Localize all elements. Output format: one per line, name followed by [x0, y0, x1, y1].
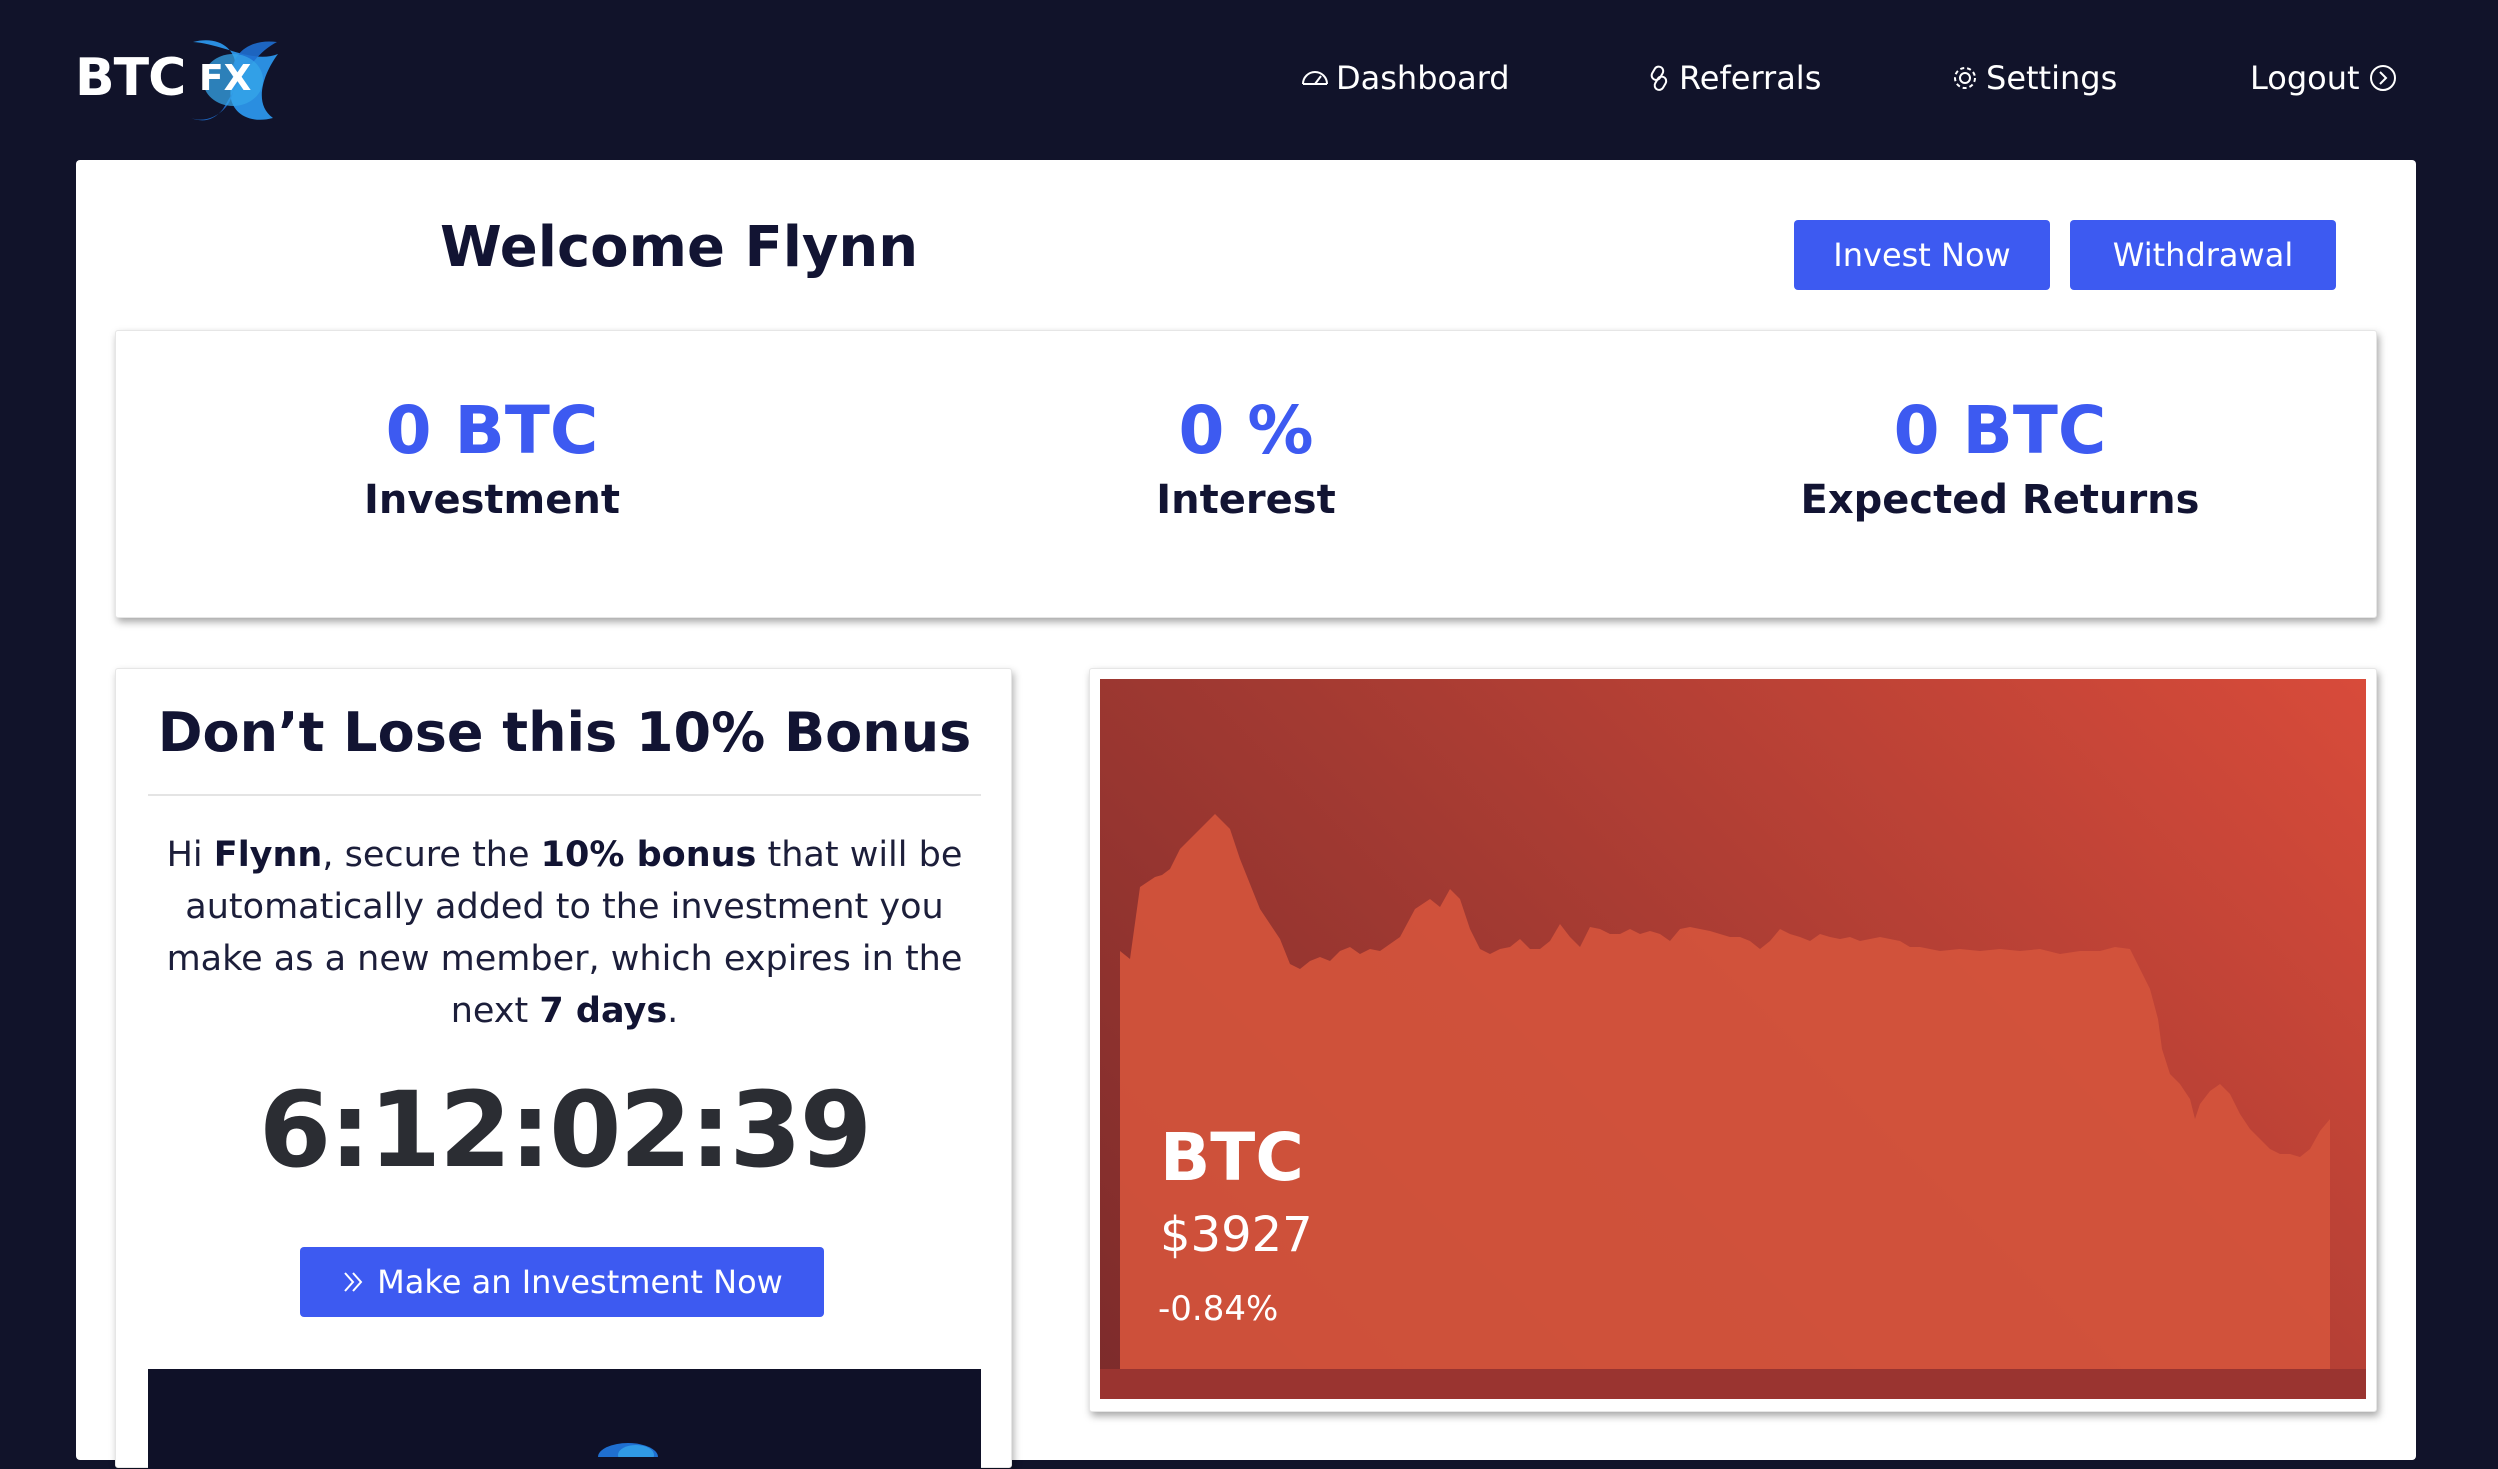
countdown-timer: 6:12:02:39 [258, 1069, 872, 1191]
nav-settings[interactable]: Settings [1950, 56, 2117, 100]
bonus-text-part3: . [667, 991, 679, 1031]
nav-settings-label: Settings [1986, 59, 2118, 97]
nav-logout-label: Logout [2250, 59, 2360, 97]
btc-price: $3927 [1160, 1207, 1313, 1263]
stat-interest-value: 0 % [1178, 392, 1314, 469]
stat-interest: 0 % Interest [946, 391, 1546, 523]
bonus-divider [148, 794, 981, 796]
btcfx-logo[interactable]: BTC FX [75, 34, 285, 126]
bonus-text-hi: Hi [166, 835, 214, 875]
stat-investment: 0 BTC Investment [192, 391, 792, 523]
logout-arrow-icon [2369, 65, 2396, 91]
bonus-text-part1: , secure the [322, 835, 541, 875]
make-investment-label: Make an Investment Now [377, 1263, 783, 1301]
btc-price-area-chart [1100, 814, 2366, 1399]
make-investment-button[interactable]: Make an Investment Now [300, 1247, 824, 1317]
stat-investment-value: 0 BTC [385, 392, 599, 469]
stat-interest-label: Interest [1156, 477, 1336, 523]
nav-logout[interactable]: Logout [2250, 56, 2398, 100]
bonus-card: Don’t Lose this 10% Bonus Hi Flynn, secu… [115, 668, 1012, 1469]
stats-card: 0 BTC Investment 0 % Interest 0 BTC Expe… [115, 330, 2377, 618]
dashboard-icon [1302, 71, 1328, 85]
nav-dashboard-label: Dashboard [1336, 59, 1510, 97]
bonus-heading: Don’t Lose this 10% Bonus [157, 701, 972, 764]
btc-price-area [1120, 814, 2330, 1399]
btc-price-card: BTC $3927 -0.84% [1089, 668, 2377, 1412]
withdrawal-button[interactable]: Withdrawal [2070, 220, 2336, 290]
nav-referrals-label: Referrals [1679, 59, 1822, 97]
invest-now-button[interactable]: Invest Now [1794, 220, 2050, 290]
welcome-title: Welcome Flynn [440, 215, 919, 280]
bonus-text-bonus: 10% bonus [540, 835, 757, 875]
btc-symbol: BTC [1160, 1119, 1304, 1196]
stat-expected-returns-value: 0 BTC [1893, 392, 2107, 469]
top-navigation-bar: BTC FX Dashboard Referrals Settings Logo… [0, 0, 2498, 160]
link-icon [1650, 65, 1668, 91]
nav-dashboard[interactable]: Dashboard [1300, 56, 1510, 100]
stat-expected-returns-label: Expected Returns [1800, 477, 2200, 523]
double-chevron-right-icon [344, 1272, 363, 1292]
btc-chart-panel: BTC $3927 -0.84% [1100, 679, 2366, 1399]
bonus-text-days: 7 days [539, 991, 668, 1031]
bonus-text-name: Flynn [213, 835, 323, 875]
stat-expected-returns: 0 BTC Expected Returns [1700, 391, 2300, 523]
btc-change: -0.84% [1158, 1289, 1279, 1329]
bonus-banner-image [148, 1369, 981, 1469]
banner-logo-icon [598, 1443, 658, 1457]
gear-icon [1954, 67, 1976, 89]
bonus-description: Hi Flynn, secure the 10% bonus that will… [166, 829, 963, 1037]
logo-text-btc: BTC [75, 48, 186, 108]
logo-text-fx: FX [199, 58, 252, 99]
stat-investment-label: Investment [364, 477, 620, 523]
nav-referrals[interactable]: Referrals [1645, 56, 1821, 100]
